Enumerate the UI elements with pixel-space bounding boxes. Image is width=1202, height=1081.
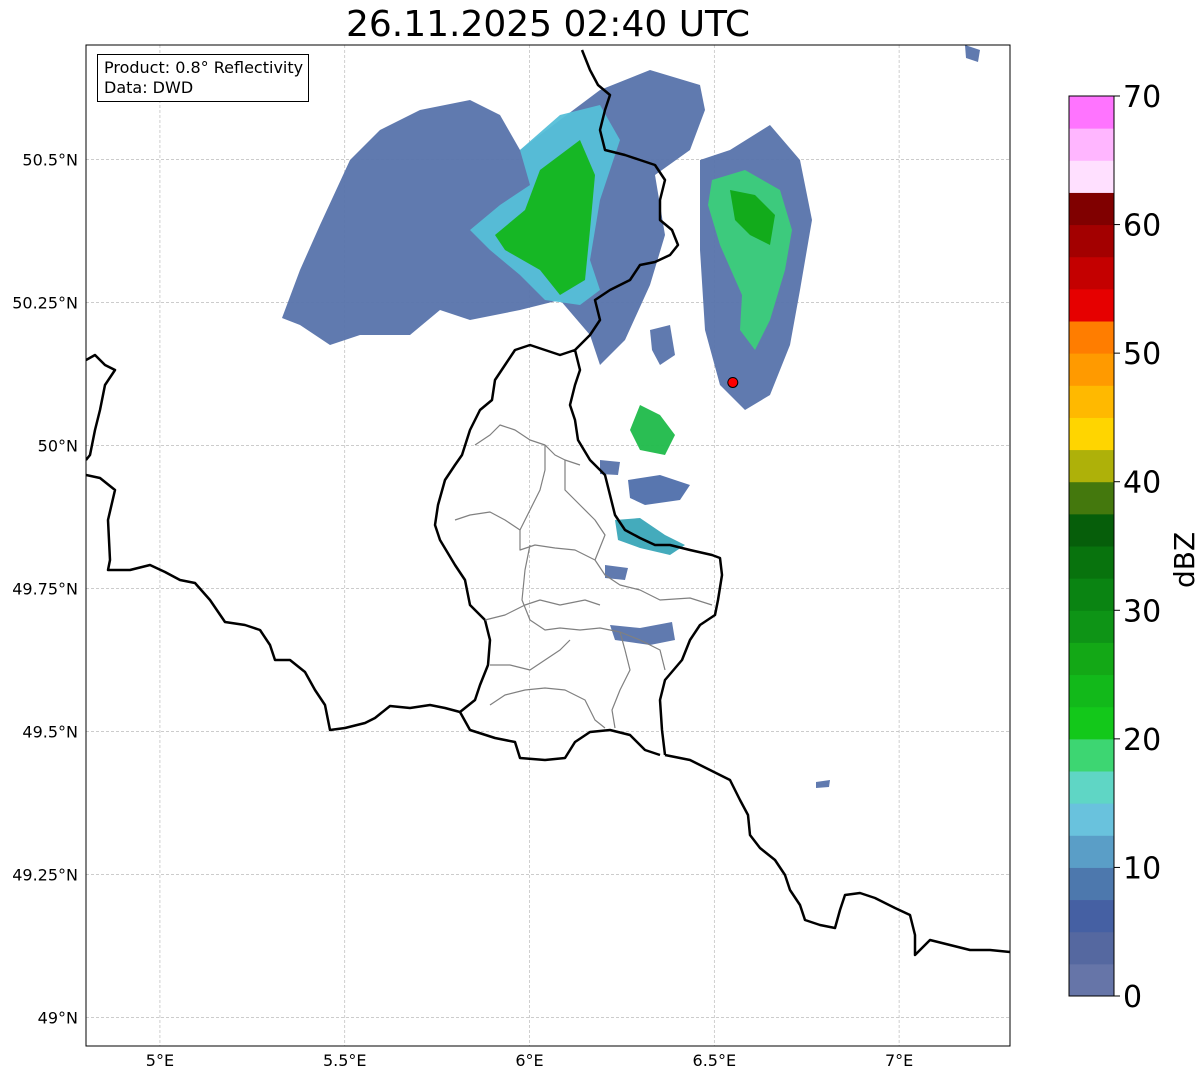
border-luxembourg-france — [458, 711, 661, 762]
colorbar-swatch — [1069, 385, 1114, 418]
echo-cell-3 — [615, 518, 685, 555]
colorbar-swatch — [1069, 899, 1114, 933]
y-tick-label: 49.5°N — [22, 722, 78, 741]
colorbar-swatch — [1069, 642, 1114, 676]
border-germany-france — [664, 753, 1010, 957]
y-tick-label: 50°N — [38, 436, 78, 455]
x-tick-label: 5°E — [146, 1051, 174, 1070]
colorbar-tick-label: 0 — [1123, 980, 1142, 1015]
colorbar-swatch — [1069, 256, 1114, 290]
colorbar-tick-label: 60 — [1123, 209, 1161, 244]
colorbar-tick-label: 10 — [1123, 851, 1161, 886]
district-line-6 — [521, 544, 666, 671]
border-luxembourg — [433, 343, 724, 756]
colorbar-swatch — [1069, 674, 1114, 708]
y-tick-label: 49.75°N — [12, 579, 78, 598]
colorbar-swatch — [1069, 160, 1114, 193]
y-tick-label: 49.25°N — [12, 865, 78, 884]
district-line-5 — [484, 599, 601, 621]
radar-map: 5°E 5.5°E 6°E 6.5°E 7°E 49°N 49.25°N 49.5°N 49.… — [12, 44, 1161, 1070]
colorbar-swatch — [1069, 546, 1114, 579]
colorbar-swatch — [1069, 706, 1114, 740]
district-line-3 — [519, 445, 546, 531]
colorbar-swatch — [1069, 96, 1114, 129]
echo-cell-1 — [630, 405, 675, 455]
source-line: Data: DWD — [104, 78, 194, 97]
y-tick-label: 50.5°N — [22, 150, 78, 169]
echo-edge-north — [965, 45, 980, 62]
district-line-2 — [454, 511, 713, 606]
colorbar-swatch — [1069, 931, 1114, 965]
y-tick-label: 49°N — [38, 1008, 78, 1027]
colorbar-tick-label: 70 — [1123, 80, 1161, 115]
border-belgium-france — [86, 473, 461, 732]
colorbar-tick-label: 50 — [1123, 337, 1161, 372]
colorbar: 0 10 20 30 40 50 60 70 — [1068, 80, 1161, 1015]
colorbar-swatch — [1069, 321, 1114, 354]
district-line-9 — [611, 631, 631, 729]
product-info-box: Product: 0.8° Reflectivity Data: DWD — [97, 54, 310, 102]
colorbar-tick-label: 40 — [1123, 466, 1161, 501]
colorbar-swatch — [1069, 417, 1114, 451]
colorbar-swatch — [1069, 224, 1114, 258]
colorbar-swatch — [1069, 610, 1114, 643]
colorbar-swatch — [1069, 128, 1114, 161]
x-tick-label: 6.5°E — [693, 1051, 737, 1070]
colorbar-swatch — [1069, 771, 1114, 804]
x-tick-label: 7°E — [885, 1051, 913, 1070]
border-belgium-west — [86, 353, 117, 461]
colorbar-swatch — [1069, 481, 1114, 515]
colorbar-swatch — [1069, 835, 1114, 868]
x-axis-ticks: 5°E 5.5°E 6°E 6.5°E 7°E — [146, 1051, 913, 1070]
x-tick-label: 5.5°E — [323, 1051, 367, 1070]
colorbar-swatch — [1069, 803, 1114, 836]
colorbar-swatch — [1069, 963, 1114, 997]
district-line-4 — [564, 460, 606, 561]
district-line-8 — [490, 639, 571, 671]
district-line-1 — [474, 424, 581, 466]
y-axis-ticks: 49°N 49.25°N 49.5°N 49.75°N 50°N 50.25°N 50.5°… — [12, 150, 78, 1027]
colorbar-unit-label: dBZ — [1168, 531, 1201, 588]
colorbar-swatch — [1069, 867, 1114, 901]
colorbar-swatch — [1069, 513, 1114, 547]
colorbar-swatch — [1069, 353, 1114, 386]
radar-site-dot — [727, 376, 739, 388]
colorbar-swatch — [1069, 738, 1114, 772]
echo-speck — [816, 780, 830, 788]
echo-cell-2 — [628, 475, 690, 505]
radar-site-marker — [727, 376, 739, 388]
product-line: Product: 0.8° Reflectivity — [104, 58, 304, 77]
y-tick-label: 50.25°N — [12, 293, 78, 312]
colorbar-swatch — [1069, 578, 1114, 611]
district-line-7 — [489, 687, 606, 729]
echo-cell-6 — [650, 325, 675, 365]
colorbar-swatch — [1069, 192, 1114, 226]
colorbar-swatch — [1069, 288, 1114, 322]
colorbar-swatch — [1069, 449, 1114, 483]
x-tick-label: 6°E — [515, 1051, 543, 1070]
colorbar-tick-label: 30 — [1123, 594, 1161, 629]
colorbar-tick-label: 20 — [1123, 723, 1161, 758]
